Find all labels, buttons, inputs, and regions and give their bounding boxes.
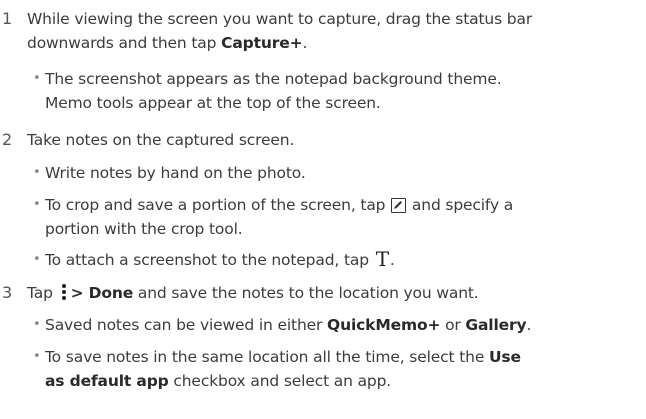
- bullet-dot: •: [33, 317, 41, 332]
- instruction-page: 1 While viewing the screen you want to c…: [0, 0, 646, 419]
- bullet-text-line: Saved notes can be viewed in either Quic…: [45, 313, 645, 337]
- capture-plus-label: Capture+: [221, 34, 303, 52]
- bullet-text-fragment: To save notes in the same location all t…: [45, 348, 489, 366]
- pen-edit-icon: [391, 198, 407, 213]
- step-text-line: downwards and then tap Capture+.: [27, 31, 642, 55]
- step-text-line: Take notes on the captured screen.: [27, 131, 295, 149]
- bullet-text: The screenshot appears as the notepad ba…: [45, 67, 645, 115]
- bullet-text-fragment: or: [440, 316, 466, 334]
- bullet-text: Write notes by hand on the photo.: [45, 161, 645, 185]
- text-tool-icon: T: [375, 247, 389, 271]
- bullet-dot: •: [33, 165, 41, 180]
- step-number: 3: [2, 283, 13, 302]
- step-text: While viewing the screen you want to cap…: [27, 7, 642, 55]
- bullet-dot: •: [33, 252, 41, 267]
- use-label: Use: [488, 348, 521, 366]
- bullet-text-fragment: and specify a: [407, 196, 514, 214]
- bullet-text-line: Memo tools appear at the top of the scre…: [45, 94, 381, 112]
- step-text-line: While viewing the screen you want to cap…: [27, 10, 533, 28]
- step-text-fragment: .: [302, 34, 308, 52]
- bullet-text-fragment: To crop and save a portion of the screen…: [45, 196, 391, 214]
- done-label: > Done: [70, 284, 134, 302]
- step-text-fragment: and save the notes to the location you w…: [133, 284, 479, 302]
- bullet-dot: •: [33, 197, 41, 212]
- bullet-text-fragment: To attach a screenshot to the notepad, t…: [45, 251, 374, 269]
- bullet-text-line: To crop and save a portion of the screen…: [45, 193, 645, 217]
- quickmemo-label: QuickMemo+: [327, 316, 441, 334]
- bullet-text-line: portion with the crop tool.: [45, 220, 243, 238]
- bullet-text: To crop and save a portion of the screen…: [45, 193, 645, 241]
- gallery-label: Gallery: [465, 316, 527, 334]
- step-text-fragment: Tap: [27, 284, 58, 302]
- bullet-text-fragment: .: [389, 251, 395, 269]
- bullet-text: To save notes in the same location all t…: [45, 345, 645, 393]
- bullet-text-line: as default app checkbox and select an ap…: [45, 369, 645, 393]
- bullet-text-fragment: Saved notes can be viewed in either: [45, 316, 328, 334]
- more-vertical-icon: [61, 283, 67, 301]
- bullet-dot: •: [33, 71, 41, 86]
- bullet-text-line: The screenshot appears as the notepad ba…: [45, 70, 502, 88]
- bullet-text-line: To attach a screenshot to the notepad, t…: [45, 248, 645, 272]
- bullet-dot: •: [33, 349, 41, 364]
- bullet-text-fragment: .: [526, 316, 532, 334]
- bullet-text-line: To save notes in the same location all t…: [45, 345, 645, 369]
- bullet-text: Saved notes can be viewed in either Quic…: [45, 313, 645, 337]
- bullet-text-line: Write notes by hand on the photo.: [45, 164, 306, 182]
- bullet-text: To attach a screenshot to the notepad, t…: [45, 248, 645, 272]
- step-text-fragment: downwards and then tap: [27, 34, 222, 52]
- step-text: Tap > Done and save the notes to the loc…: [27, 281, 642, 305]
- bullet-text-fragment: checkbox and select an app.: [168, 372, 392, 390]
- step-number: 2: [2, 130, 13, 149]
- step-text-line: Tap > Done and save the notes to the loc…: [27, 281, 642, 305]
- default-app-label: as default app: [45, 372, 169, 390]
- step-text: Take notes on the captured screen.: [27, 128, 642, 152]
- step-number: 1: [2, 9, 13, 28]
